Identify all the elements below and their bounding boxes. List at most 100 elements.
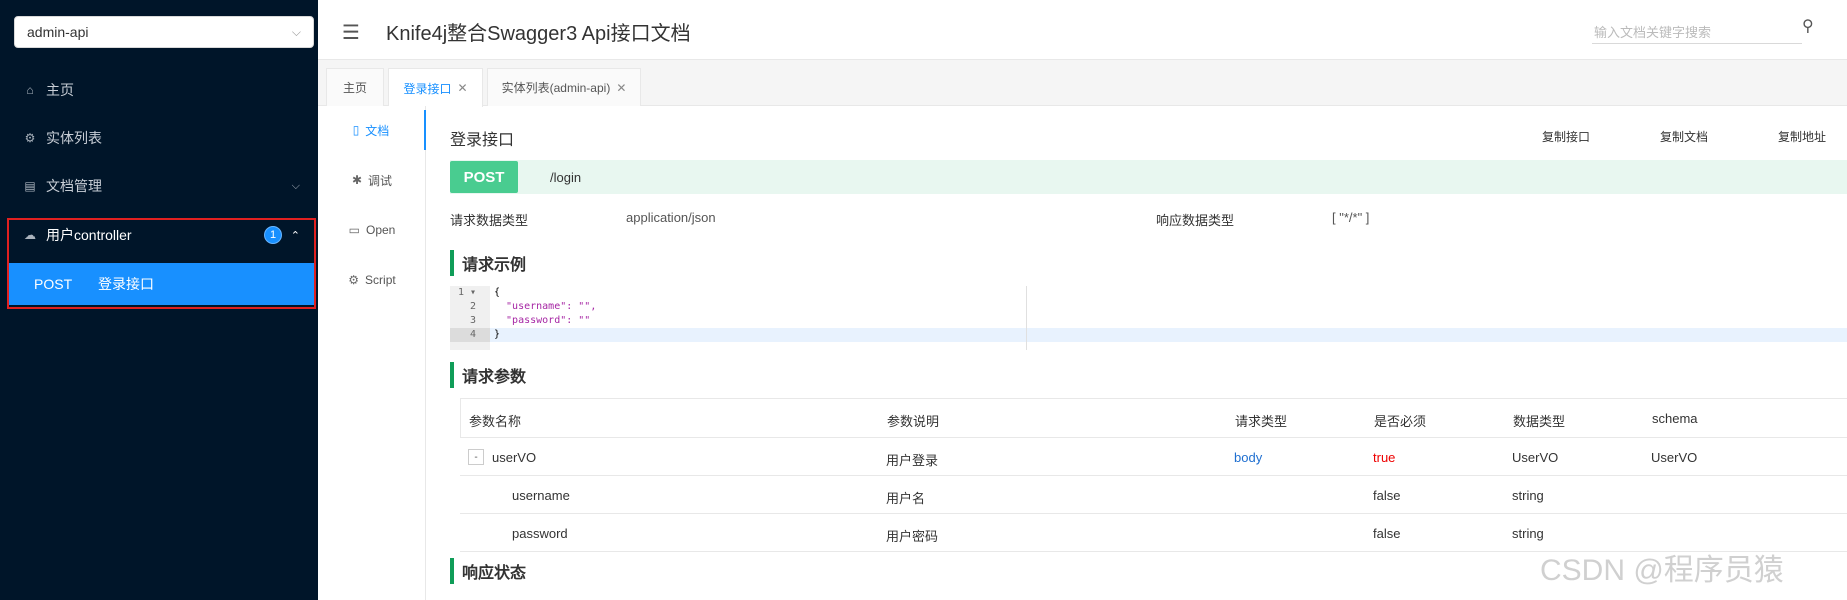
param-name: userVO bbox=[492, 450, 537, 465]
column-header: 是否必须 bbox=[1374, 414, 1427, 429]
subtab-open[interactable]: ▭ Open bbox=[318, 210, 426, 250]
group-select-value: admin-api bbox=[27, 24, 89, 40]
tab-entities[interactable]: 实体列表(admin-api) ✕ bbox=[487, 68, 641, 106]
gear-icon: ⚙ bbox=[24, 131, 36, 145]
document-icon: ▯ bbox=[352, 123, 360, 137]
api-path: /login bbox=[550, 169, 582, 185]
tab-login[interactable]: 登录接口 ✕ bbox=[388, 68, 483, 107]
column-header: 参数名称 bbox=[469, 414, 522, 429]
cloud-icon: ☁ bbox=[24, 228, 36, 242]
code-icon: ⚙ bbox=[348, 273, 360, 287]
param-desc: 用户登录 bbox=[886, 453, 939, 468]
search-input[interactable]: 输入文档关键字搜索 bbox=[1592, 16, 1802, 44]
copy-api-button[interactable]: 复制接口 bbox=[1542, 128, 1590, 145]
request-type-value: application/json bbox=[626, 210, 716, 225]
param-type: string bbox=[1512, 488, 1544, 503]
section-request-example: 请求示例 bbox=[450, 250, 526, 276]
sidebar-item-label: 登录接口 bbox=[98, 276, 154, 292]
sidebar-item-doc-manage[interactable]: ▤ 文档管理 ⌵ bbox=[0, 166, 318, 206]
response-type-value: [ "*/*" ] bbox=[1332, 210, 1370, 225]
sidebar-item-label: 实体列表 bbox=[46, 130, 102, 146]
document-icon: ▤ bbox=[24, 179, 36, 193]
active-line-highlight bbox=[490, 328, 1847, 342]
param-in: body bbox=[1234, 450, 1263, 465]
header: ☰ Knife4j整合Swagger3 Api接口文档 输入文档关键字搜索 ⚲ bbox=[318, 0, 1847, 60]
path-bar: POST /login bbox=[450, 160, 1847, 194]
line-number: 2 bbox=[469, 301, 476, 312]
param-desc: 用户密码 bbox=[886, 529, 939, 544]
method-label: POST bbox=[34, 276, 73, 292]
bug-icon: ✱ bbox=[351, 173, 363, 187]
tab-bar: 主页 登录接口 ✕ 实体列表(admin-api) ✕ bbox=[318, 60, 1847, 107]
count-badge: 1 bbox=[264, 226, 282, 244]
section-request-params: 请求参数 bbox=[450, 362, 526, 388]
subtab-label: 调试 bbox=[368, 173, 393, 188]
home-icon: ⌂ bbox=[26, 83, 34, 97]
sidebar: admin-api ⌵ ⌂ 主页 ⚙ 实体列表 ▤ 文档管理 ⌵ ☁ 用户con… bbox=[0, 0, 318, 600]
subtab-label: 文档 bbox=[365, 123, 390, 138]
chevron-down-icon: ⌵ bbox=[291, 179, 300, 192]
menu-fold-icon[interactable]: ☰ bbox=[342, 20, 360, 45]
tab-label: 主页 bbox=[342, 81, 367, 95]
line-number: 4 bbox=[450, 328, 490, 342]
param-schema: UserVO bbox=[1651, 450, 1698, 465]
line-number: 3 bbox=[469, 315, 476, 326]
close-icon[interactable]: ✕ bbox=[616, 81, 626, 95]
code-editor[interactable]: 1 ▾ 2 3 4 { "username": "", "password": … bbox=[450, 286, 1847, 350]
table-row: - userVO 用户登录 body true UserVO UserVO bbox=[460, 438, 1847, 476]
sidebar-group-label: 用户controller bbox=[46, 227, 132, 243]
subtab-script[interactable]: ⚙ Script bbox=[318, 260, 426, 300]
param-required: false bbox=[1373, 526, 1401, 541]
sidebar-item-home[interactable]: ⌂ 主页 bbox=[0, 70, 318, 110]
group-select[interactable]: admin-api ⌵ bbox=[14, 16, 314, 48]
watermark: CSDN @程序员猿 bbox=[1540, 554, 1784, 587]
table-header-row: 参数名称 参数说明 请求类型 是否必须 数据类型 schema bbox=[460, 398, 1847, 438]
subtab-label: Open bbox=[365, 223, 396, 237]
column-header: 请求类型 bbox=[1235, 414, 1288, 429]
code-line: "password": "" bbox=[494, 315, 591, 326]
response-type-label: 响应数据类型 bbox=[1156, 213, 1235, 228]
code-line: } bbox=[494, 329, 501, 340]
collapse-button[interactable]: - bbox=[468, 449, 484, 465]
column-header: schema bbox=[1652, 411, 1698, 426]
column-header: 数据类型 bbox=[1513, 414, 1566, 429]
section-response-status: 响应状态 bbox=[450, 558, 526, 584]
subtab-doc[interactable]: ▯ 文档 bbox=[318, 110, 426, 150]
column-header: 参数说明 bbox=[887, 414, 940, 429]
sidebar-item-entities[interactable]: ⚙ 实体列表 bbox=[0, 118, 318, 158]
param-name: username bbox=[512, 488, 570, 503]
param-desc: 用户名 bbox=[886, 491, 926, 506]
param-required: false bbox=[1373, 488, 1401, 503]
search-icon[interactable]: ⚲ bbox=[1802, 16, 1814, 36]
request-type-label: 请求数据类型 bbox=[450, 213, 529, 228]
chevron-down-icon: ⌵ bbox=[291, 24, 301, 39]
doc-subtabs: ▯ 文档 ✱ 调试 ▭ Open ⚙ Script bbox=[318, 106, 426, 600]
code-line: { bbox=[494, 287, 501, 298]
subtab-debug[interactable]: ✱ 调试 bbox=[318, 160, 426, 200]
doc-content: 登录接口 复制接口 复制文档 复制地址 POST /login 请求数据类型 a… bbox=[426, 106, 1847, 600]
sidebar-group-user-controller[interactable]: ☁ 用户controller 1 ⌃ bbox=[0, 215, 318, 255]
param-type: UserVO bbox=[1512, 450, 1559, 465]
param-name: password bbox=[512, 526, 568, 541]
chevron-up-icon: ⌃ bbox=[290, 229, 300, 242]
line-number: 1 ▾ bbox=[457, 287, 476, 298]
subtab-label: Script bbox=[365, 273, 396, 287]
tab-label: 实体列表(admin-api) bbox=[501, 81, 611, 95]
copy-doc-button[interactable]: 复制文档 bbox=[1660, 128, 1708, 145]
page-title: Knife4j整合Swagger3 Api接口文档 bbox=[386, 23, 691, 45]
sidebar-item-label: 主页 bbox=[46, 82, 74, 98]
sidebar-item-login[interactable]: POST 登录接口 bbox=[9, 263, 314, 305]
sidebar-item-label: 文档管理 bbox=[46, 178, 102, 194]
params-table: 参数名称 参数说明 请求类型 是否必须 数据类型 schema - userVO… bbox=[460, 398, 1847, 552]
copy-url-button[interactable]: 复制地址 bbox=[1778, 128, 1826, 145]
param-type: string bbox=[1512, 526, 1544, 541]
file-icon: ▭ bbox=[348, 223, 360, 237]
code-line: "username": "", bbox=[494, 301, 597, 312]
table-row: username 用户名 false string bbox=[460, 476, 1847, 514]
tab-label: 登录接口 bbox=[403, 81, 452, 96]
method-badge: POST bbox=[450, 161, 518, 193]
tab-home[interactable]: 主页 bbox=[326, 68, 384, 106]
close-icon[interactable]: ✕ bbox=[457, 81, 467, 95]
print-margin bbox=[1026, 286, 1027, 350]
api-title: 登录接口 bbox=[450, 132, 515, 149]
